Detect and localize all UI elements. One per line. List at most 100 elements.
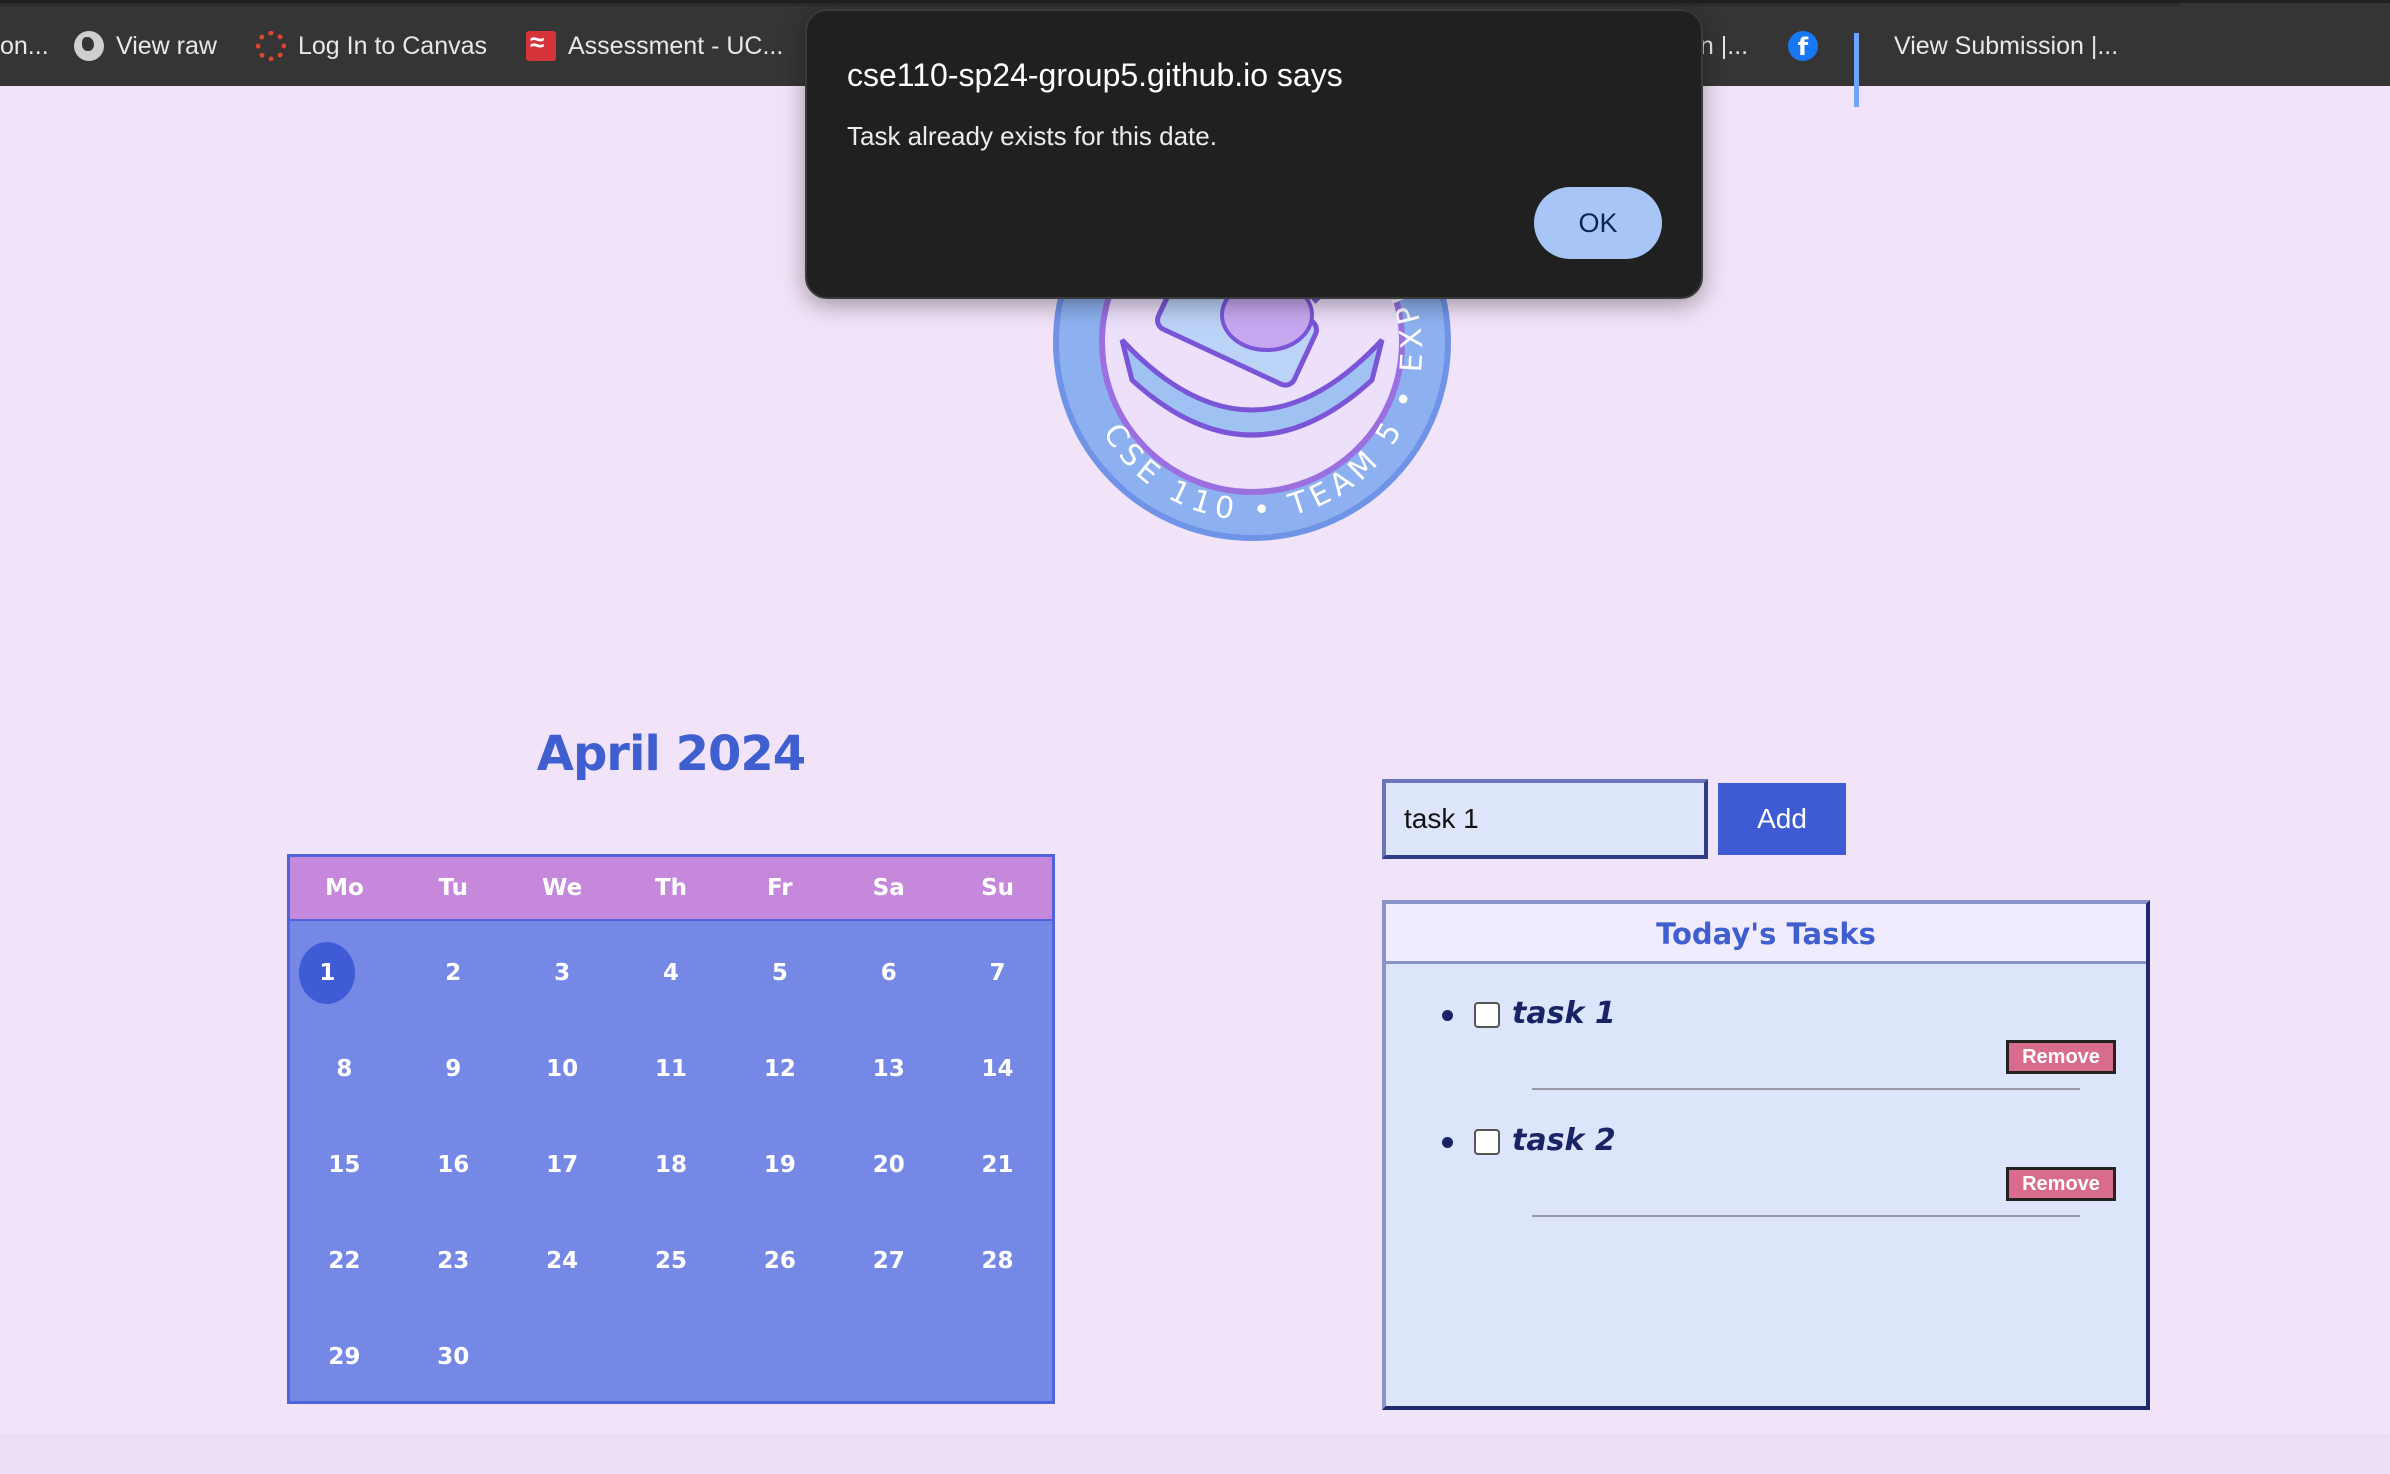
day-number: 12 — [763, 1056, 796, 1082]
remove-task-button[interactable]: Remove — [2006, 1167, 2116, 1201]
day-number: 9 — [445, 1056, 462, 1082]
day-number: 3 — [554, 960, 571, 986]
globe-icon — [74, 31, 104, 61]
weekday-label: Mo — [325, 875, 364, 901]
calendar-day[interactable]: 16 — [399, 1117, 508, 1213]
calendar-day[interactable]: 27 — [834, 1213, 943, 1309]
calendar-month-title: April 2024 — [536, 726, 806, 782]
calendar-day[interactable]: 28 — [943, 1213, 1052, 1309]
calendar-day[interactable]: 29 — [290, 1309, 399, 1405]
task-input[interactable] — [1382, 779, 1708, 859]
day-number: 4 — [662, 960, 679, 986]
calendar-day[interactable]: 3 — [508, 925, 617, 1021]
weekday-label: Su — [981, 875, 1015, 901]
weekday-label: Fr — [767, 875, 793, 901]
calendar-day[interactable]: 22 — [290, 1213, 399, 1309]
bookmark-view-raw[interactable]: View raw — [74, 29, 217, 63]
bookmark-view-submission[interactable]: View Submission |... — [1852, 29, 2119, 107]
calendar-day[interactable]: 26 — [725, 1213, 834, 1309]
weekday-label: Sa — [872, 875, 905, 901]
calendar-day[interactable]: 17 — [508, 1117, 617, 1213]
bookmark-assessment[interactable]: Assessment - UC... — [526, 27, 784, 63]
calendar-day[interactable]: 10 — [508, 1021, 617, 1117]
bookmark-canvas-login[interactable]: Log In to Canvas — [256, 29, 487, 63]
day-number: 25 — [654, 1248, 687, 1274]
calendar-day[interactable]: 21 — [943, 1117, 1052, 1213]
day-number: 13 — [872, 1056, 905, 1082]
day-number: 16 — [437, 1152, 470, 1178]
add-task-button[interactable]: Add — [1718, 783, 1846, 855]
dialog-message: Task already exists for this date. — [847, 121, 1217, 151]
task-name: task 2 — [1512, 1123, 1616, 1158]
task-checkbox[interactable] — [1474, 1002, 1500, 1028]
day-number: 30 — [437, 1344, 470, 1370]
calendar-day[interactable]: 5 — [725, 925, 834, 1021]
bookmark-label: View Submission |... — [1894, 31, 2119, 60]
day-number: 20 — [872, 1152, 905, 1178]
day-number: 29 — [328, 1344, 361, 1370]
calendar: Mo Tu We Th Fr Sa Su 1 2 3 4 5 6 7 8 9 1… — [287, 854, 1055, 1404]
calendar-day[interactable]: 4 — [617, 925, 726, 1021]
calendar-day[interactable]: 11 — [617, 1021, 726, 1117]
day-number: 21 — [981, 1152, 1014, 1178]
task-divider — [1532, 1215, 2080, 1217]
day-number: 22 — [328, 1248, 361, 1274]
todays-tasks-panel: Today's Tasks task 1 Remove task 2 Remov… — [1382, 900, 2150, 1410]
assessment-icon — [526, 27, 556, 61]
tab-strip-edge — [0, 3, 2180, 6]
calendar-day[interactable]: 15 — [290, 1117, 399, 1213]
bullet-icon — [1442, 1010, 1453, 1021]
calendar-day[interactable]: 25 — [617, 1213, 726, 1309]
calendar-day-selected[interactable]: 1 — [290, 925, 399, 1021]
task-name: task 1 — [1512, 996, 1616, 1031]
day-number: 17 — [546, 1152, 579, 1178]
day-number: 11 — [654, 1056, 687, 1082]
calendar-day-grid: 1 2 3 4 5 6 7 8 9 10 11 12 13 14 15 16 1… — [290, 921, 1052, 1405]
tasks-panel-title: Today's Tasks — [1386, 904, 2146, 964]
calendar-day[interactable]: 12 — [725, 1021, 834, 1117]
day-number: 24 — [546, 1248, 579, 1274]
calendar-day[interactable]: 2 — [399, 925, 508, 1021]
calendar-day[interactable]: 8 — [290, 1021, 399, 1117]
calendar-day[interactable]: 9 — [399, 1021, 508, 1117]
task-list-item: task 2 Remove — [1386, 1091, 2146, 1218]
bullet-icon — [1442, 1137, 1453, 1148]
dialog-title: cse110-sp24-group5.github.io says — [847, 57, 1343, 93]
task-list-item: task 1 Remove — [1386, 964, 2146, 1091]
calendar-day[interactable]: 6 — [834, 925, 943, 1021]
day-number: 1 — [299, 942, 356, 1004]
bookmark-label: Assessment - UC... — [568, 31, 784, 60]
calendar-day[interactable]: 23 — [399, 1213, 508, 1309]
remove-task-button[interactable]: Remove — [2006, 1040, 2116, 1074]
day-number: 19 — [763, 1152, 796, 1178]
canvas-icon — [256, 31, 286, 61]
day-number: 10 — [546, 1056, 579, 1082]
day-number: 5 — [771, 960, 788, 986]
bookmark-label: Log In to Canvas — [298, 31, 488, 60]
calendar-day[interactable]: 14 — [943, 1021, 1052, 1117]
facebook-icon: f — [1788, 31, 1818, 61]
day-number: 15 — [328, 1152, 361, 1178]
calendar-day[interactable]: 30 — [399, 1309, 508, 1405]
day-number: 26 — [763, 1248, 796, 1274]
bookmark-label: View raw — [116, 31, 217, 60]
weekday-label: Tu — [438, 875, 469, 901]
calendar-day[interactable]: 7 — [943, 925, 1052, 1021]
calendar-weekday-header: Mo Tu We Th Fr Sa Su — [290, 857, 1052, 921]
task-divider — [1532, 1088, 2080, 1090]
day-number: 14 — [981, 1056, 1014, 1082]
day-number: 8 — [336, 1056, 353, 1082]
calendar-day[interactable]: 20 — [834, 1117, 943, 1213]
calendar-day[interactable]: 18 — [617, 1117, 726, 1213]
task-checkbox[interactable] — [1474, 1129, 1500, 1155]
bookmark-partial-left[interactable]: on... — [0, 29, 49, 63]
bookmark-facebook[interactable]: f — [1788, 29, 1818, 63]
calendar-day[interactable]: 24 — [508, 1213, 617, 1309]
calendar-day[interactable]: 19 — [725, 1117, 834, 1213]
day-number: 27 — [872, 1248, 905, 1274]
day-number: 6 — [880, 960, 897, 986]
alert-dialog: cse110-sp24-group5.github.io says Task a… — [805, 9, 1703, 299]
ok-button[interactable]: OK — [1534, 187, 1662, 259]
calendar-day[interactable]: 13 — [834, 1021, 943, 1117]
weekday-label: We — [542, 875, 583, 901]
